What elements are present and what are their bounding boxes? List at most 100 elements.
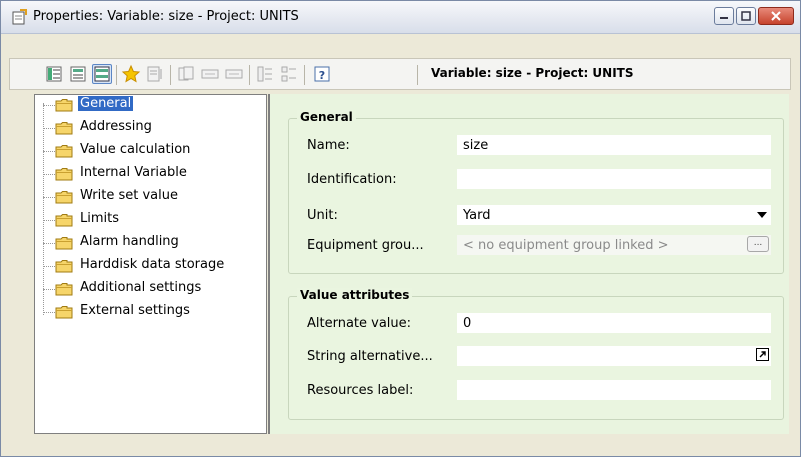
tree-item-label: Limits <box>80 211 119 226</box>
minimize-icon <box>720 17 728 19</box>
field-button[interactable] <box>200 64 220 84</box>
properties-app-icon <box>12 9 27 25</box>
tree-connector <box>43 220 55 221</box>
toolbar-separator <box>417 65 418 85</box>
equipment-field[interactable]: < no equipment group linked > ... <box>457 235 771 255</box>
grouped-view-icon <box>94 66 110 82</box>
string-alternative-label: String alternative... <box>307 349 433 364</box>
status-bar <box>1 437 800 456</box>
unit-label: Unit: <box>307 208 338 223</box>
unit-value: Yard <box>463 208 491 223</box>
folder-icon <box>55 214 73 227</box>
tree-connector <box>43 312 55 313</box>
close-button[interactable] <box>758 7 794 25</box>
maximize-button[interactable] <box>736 7 756 25</box>
name-field[interactable] <box>457 135 771 155</box>
toolbar: ? Variable: size - Project: UNITS <box>9 58 791 90</box>
tree-item[interactable]: Value calculation <box>35 141 265 161</box>
tree-item-label: Additional settings <box>80 280 202 295</box>
equipment-value: < no equipment group linked > <box>463 238 669 253</box>
expand-all-icon <box>257 66 272 82</box>
svg-text:?: ? <box>319 69 325 82</box>
folder-icon <box>55 237 73 250</box>
tree-connector <box>43 243 55 244</box>
tree-connector <box>43 197 55 198</box>
copy-button[interactable] <box>176 64 196 84</box>
equipment-label: Equipment grou... <box>307 238 424 253</box>
properties-button[interactable] <box>145 64 165 84</box>
toolbar-separator <box>249 65 250 85</box>
chevron-down-icon[interactable] <box>757 212 767 218</box>
tree-connector <box>43 151 55 152</box>
help-button[interactable]: ? <box>312 64 332 84</box>
open-link-icon[interactable] <box>756 348 769 361</box>
collapse-all-button[interactable] <box>279 64 299 84</box>
close-icon <box>771 11 781 21</box>
field-alt-button[interactable] <box>224 64 244 84</box>
string-alternative-field[interactable] <box>457 346 771 366</box>
tree-item[interactable]: Internal Variable <box>35 164 265 184</box>
folder-icon <box>55 260 73 273</box>
tree-item[interactable]: Write set value <box>35 187 265 207</box>
general-group-title: General <box>297 110 356 124</box>
properties-window: Properties: Variable: size - Project: UN… <box>0 0 801 457</box>
copy-icon <box>178 66 194 81</box>
resources-label-field[interactable] <box>457 380 771 400</box>
detail-view-icon <box>70 66 86 82</box>
resources-label-label: Resources label: <box>307 383 414 398</box>
properties-panel: General Name: Identification: Unit: Yard… <box>268 94 789 434</box>
folder-icon <box>55 122 73 135</box>
favorite-button[interactable] <box>121 64 141 84</box>
tree-item[interactable]: Harddisk data storage <box>35 256 265 276</box>
general-group: General Name: Identification: Unit: Yard… <box>288 110 784 274</box>
favorite-star-icon <box>121 64 141 83</box>
maximize-icon <box>741 11 751 21</box>
toolbar-separator <box>170 65 171 85</box>
tree-item-label: Value calculation <box>80 142 191 157</box>
alternate-value-label: Alternate value: <box>307 316 412 331</box>
tree-item[interactable]: External settings <box>35 302 265 322</box>
folder-icon <box>55 306 73 319</box>
value-attributes-group-title: Value attributes <box>297 288 413 302</box>
toolbar-heading: Variable: size - Project: UNITS <box>431 66 634 80</box>
value-attributes-group: Value attributes Alternate value: String… <box>288 288 784 420</box>
equipment-browse-button[interactable]: ... <box>747 236 769 252</box>
identification-field[interactable] <box>457 169 771 189</box>
tree-item[interactable]: Limits <box>35 210 265 230</box>
tree-item[interactable]: Additional settings <box>35 279 265 299</box>
name-label: Name: <box>307 138 350 153</box>
toolbar-separator <box>304 65 305 85</box>
tree-connector <box>43 128 55 129</box>
tree-connector <box>43 266 55 267</box>
unit-dropdown[interactable]: Yard <box>457 205 771 225</box>
alternate-value-field[interactable] <box>457 313 771 333</box>
expand-all-button[interactable] <box>255 64 275 84</box>
tree-item[interactable]: Addressing <box>35 118 265 138</box>
window-title: Properties: Variable: size - Project: UN… <box>33 9 299 24</box>
identification-label: Identification: <box>307 172 397 187</box>
detail-view-button[interactable] <box>68 64 88 84</box>
tree-item-label: External settings <box>80 303 190 318</box>
tree-item[interactable]: Alarm handling <box>35 233 265 253</box>
tree-item-label: Addressing <box>80 119 152 134</box>
tree-item-label: Internal Variable <box>80 165 187 180</box>
category-tree: General Addressing Value calculation Intern… <box>34 94 267 434</box>
tree-item[interactable]: General <box>35 95 265 115</box>
properties-icon <box>147 66 162 82</box>
minimize-button[interactable] <box>714 7 734 25</box>
grouped-view-button[interactable] <box>92 64 112 84</box>
help-icon: ? <box>314 66 330 82</box>
field-alt-icon <box>225 69 243 79</box>
folder-icon <box>55 168 73 181</box>
tree-item-label: Alarm handling <box>80 234 179 249</box>
tree-connector <box>43 174 55 175</box>
list-view-icon <box>46 66 62 82</box>
folder-icon <box>55 191 73 204</box>
list-view-button[interactable] <box>44 64 64 84</box>
tree-item-label: Harddisk data storage <box>80 257 225 272</box>
tree-connector <box>43 289 55 290</box>
folder-icon <box>55 283 73 296</box>
title-bar[interactable]: Properties: Variable: size - Project: UN… <box>1 1 800 34</box>
field-icon <box>201 69 219 79</box>
toolbar-separator <box>116 65 117 85</box>
